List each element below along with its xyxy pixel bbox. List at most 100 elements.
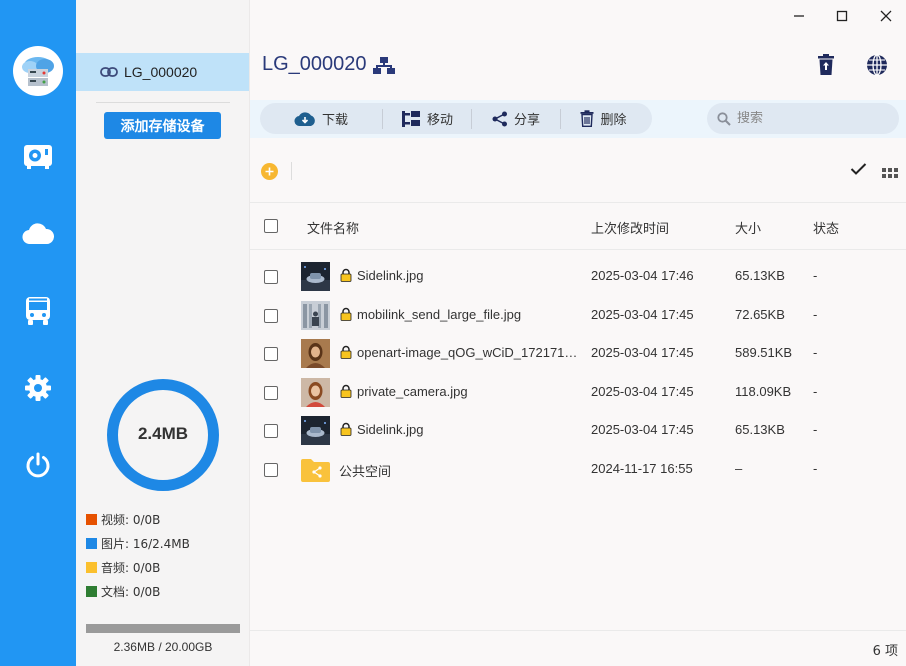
row-checkbox[interactable] [264,308,278,323]
storage-drive-icon [24,145,52,169]
rail-settings-button[interactable] [0,368,76,408]
grid-view-button[interactable] [882,165,898,183]
move-icon [401,110,420,127]
device-panel: LG_000020 添加存储设备 2.4MB 视频: 0/0B 图片: 16/2… [76,0,250,666]
lock-badge [340,307,352,326]
rail-storage-button[interactable] [0,137,76,177]
file-name[interactable]: private_camera.jpg [357,384,579,399]
column-header-status[interactable]: 状态 [813,218,839,237]
file-size: – [735,460,743,476]
row-checkbox[interactable] [264,270,278,284]
table-row[interactable]: openart-image_qOG_wCiD_172171… 2025-03-04… [250,335,906,373]
image-thumbnail-icon [301,300,330,330]
page-title-text: LG_000020 [262,53,367,75]
row-checkbox[interactable] [264,347,278,361]
share-icon [492,111,507,126]
minimize-icon [794,15,804,17]
file-thumbnail [301,339,330,368]
table-row[interactable]: Sidelink.jpg 2025-03-04 17:46 65.13KB - [250,258,906,296]
table-row[interactable]: private_camera.jpg 2025-03-04 17:45 118.09… [250,374,906,412]
divider [291,162,292,180]
maximize-button[interactable] [830,6,854,26]
maximize-icon [836,10,848,22]
file-name[interactable]: mobilink_send_large_file.jpg [357,307,579,322]
file-modified: 2025-03-04 17:45 [591,422,694,437]
image-thumbnail-icon [301,416,330,445]
file-name[interactable]: Sidelink.jpg [357,422,579,437]
search-input[interactable] [737,111,887,126]
delete-label: 删除 [600,113,627,128]
lock-icon [340,422,352,436]
row-checkbox[interactable] [264,385,278,400]
image-thumbnail-icon [301,377,330,407]
recycle-bin-button[interactable] [813,52,839,78]
column-header-name[interactable]: 文件名称 [307,218,359,237]
rail-bus-button[interactable] [0,291,76,331]
row-checkbox[interactable] [264,424,278,438]
storage-bar [86,624,240,633]
rail-cloud-button[interactable] [0,214,76,254]
file-status: - [813,345,818,360]
plus-icon [265,167,274,176]
gear-icon [25,375,51,401]
divider [250,249,906,250]
file-name[interactable]: Sidelink.jpg [357,268,579,283]
move-button[interactable]: 移动 [383,103,471,134]
lock-badge [340,268,352,287]
legend-label: 文档: 0/0B [101,585,161,599]
add-button[interactable] [261,163,278,180]
lock-badge [340,345,352,364]
legend-swatch [86,562,97,573]
legend-label: 音频: 0/0B [101,561,161,575]
lock-icon [340,384,352,398]
column-header-size[interactable]: 大小 [735,218,761,237]
table-row[interactable]: 公共空间 2024-11-17 16:55 – - [250,451,906,489]
file-thumbnail [301,458,330,487]
link-icon [100,67,118,77]
app-logo [13,46,63,96]
device-item-selected[interactable]: LG_000020 [76,53,249,91]
select-mode-button[interactable] [850,162,867,181]
file-name[interactable]: 公共空间 [339,461,561,480]
file-modified: 2025-03-04 17:45 [591,383,694,399]
legend-image: 图片: 16/2.4MB [86,535,190,552]
row-checkbox[interactable] [264,462,278,477]
add-storage-device-button[interactable]: 添加存储设备 [104,112,221,139]
rail-power-button[interactable] [0,445,76,485]
divider [96,102,230,103]
minimize-button[interactable] [787,6,811,26]
share-button[interactable]: 分享 [472,103,560,134]
close-icon [880,10,892,22]
device-item-label: LG_000020 [124,64,198,80]
legend-audio: 音频: 0/0B [86,559,160,576]
close-button[interactable] [874,6,898,26]
delete-button[interactable]: 删除 [561,103,646,134]
legend-document: 文档: 0/0B [86,583,160,600]
lock-icon [340,268,352,282]
legend-swatch [86,538,97,549]
file-thumbnail [301,262,330,291]
legend-label: 视频: 0/0B [101,513,161,527]
download-button[interactable]: 下载 [260,103,382,134]
file-size: 72.65KB [735,306,785,322]
nav-rail [0,0,76,666]
search-icon [717,111,731,126]
share-label: 分享 [513,113,540,128]
file-modified: 2025-03-04 17:45 [591,345,694,360]
file-modified: 2024-11-17 16:55 [591,460,693,476]
column-header-modified[interactable]: 上次修改时间 [591,218,669,237]
table-row[interactable]: mobilink_send_large_file.jpg 2025-03-04 1… [250,297,906,335]
lock-badge [340,384,352,403]
legend-swatch [86,514,97,525]
table-row[interactable]: Sidelink.jpg 2025-03-04 17:45 65.13KB - [250,412,906,450]
globe-button[interactable] [864,52,890,78]
file-size: 65.13KB [735,422,785,437]
file-size: 118.09KB [735,383,792,399]
cloud-download-icon [294,111,315,126]
main-area: LG_000020 下载 移动 分享 删除 搜索 文件名称 上次修改时间 大小 … [250,0,906,666]
file-name[interactable]: openart-image_qOG_wCiD_172171… [357,345,579,360]
bus-icon [26,297,50,325]
shared-folder-icon [301,458,330,482]
select-all-checkbox[interactable] [264,219,278,233]
legend-swatch [86,586,97,597]
